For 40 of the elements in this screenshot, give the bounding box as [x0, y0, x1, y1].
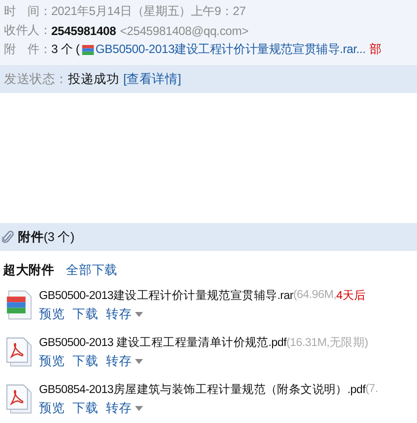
sent-time: 2021年5月14日（星期五）上午9：27 [51, 3, 246, 20]
paperclip-icon [2, 230, 14, 244]
send-status: 投递成功 [68, 70, 120, 88]
caret-icon [134, 312, 143, 316]
attachment-count: 3 个 ( [51, 41, 80, 58]
attachment-more: 部 [370, 41, 382, 58]
recipient-email: <2545981408@qq.com> [120, 24, 248, 38]
send-status-label: 发送状态： [4, 70, 68, 88]
file-size: (64.96M, [293, 289, 336, 301]
details-link[interactable]: [查看详情] [123, 70, 181, 88]
file-action-link[interactable]: 下载 [72, 306, 98, 322]
attachment-label: 附 件： [4, 41, 52, 58]
attachments-count: (3 个) [44, 228, 74, 246]
file-name: GB50854-2013房屋建筑与装饰工程计量规范（附条文说明）.pdf [39, 382, 366, 396]
pdf-file-icon [5, 383, 33, 415]
file-name: GB50500-2013 建设工程工程量清单计价规范.pdf [39, 336, 286, 350]
recipient-label: 收件人： [4, 22, 52, 39]
file-action-link[interactable]: 下载 [72, 400, 98, 416]
attachments-title: 附件 [18, 228, 44, 246]
archive-file-icon [5, 289, 33, 321]
save-to-menu[interactable]: 转存 [106, 400, 143, 416]
file-expiry: 4天后 [336, 288, 366, 302]
section-title: 超大附件 [3, 262, 54, 278]
caret-icon [134, 406, 143, 410]
archive-icon [82, 44, 94, 54]
save-to-menu[interactable]: 转存 [106, 352, 143, 370]
file-action-link[interactable]: 预览 [39, 400, 65, 416]
pdf-file-icon [5, 336, 33, 368]
file-action-link[interactable]: 预览 [39, 352, 65, 370]
file-name: GB50500-2013建设工程计价计量规范宣贯辅导.rar [39, 288, 294, 302]
caret-icon [134, 358, 143, 364]
file-size: (7. [365, 383, 378, 395]
file-action-link[interactable]: 下载 [72, 352, 98, 370]
download-all-link[interactable]: 全部下载 [66, 262, 118, 278]
recipient-name: 2545981408 [51, 24, 116, 38]
time-label: 时 间： [4, 3, 52, 20]
file-action-link[interactable]: 预览 [39, 306, 65, 322]
save-to-menu[interactable]: 转存 [106, 306, 143, 322]
file-size: (16.31M,无限期) [286, 336, 368, 350]
attachment-link[interactable]: GB50500-2013建设工程计价计量规范宣贯辅导.rar... [96, 41, 366, 58]
